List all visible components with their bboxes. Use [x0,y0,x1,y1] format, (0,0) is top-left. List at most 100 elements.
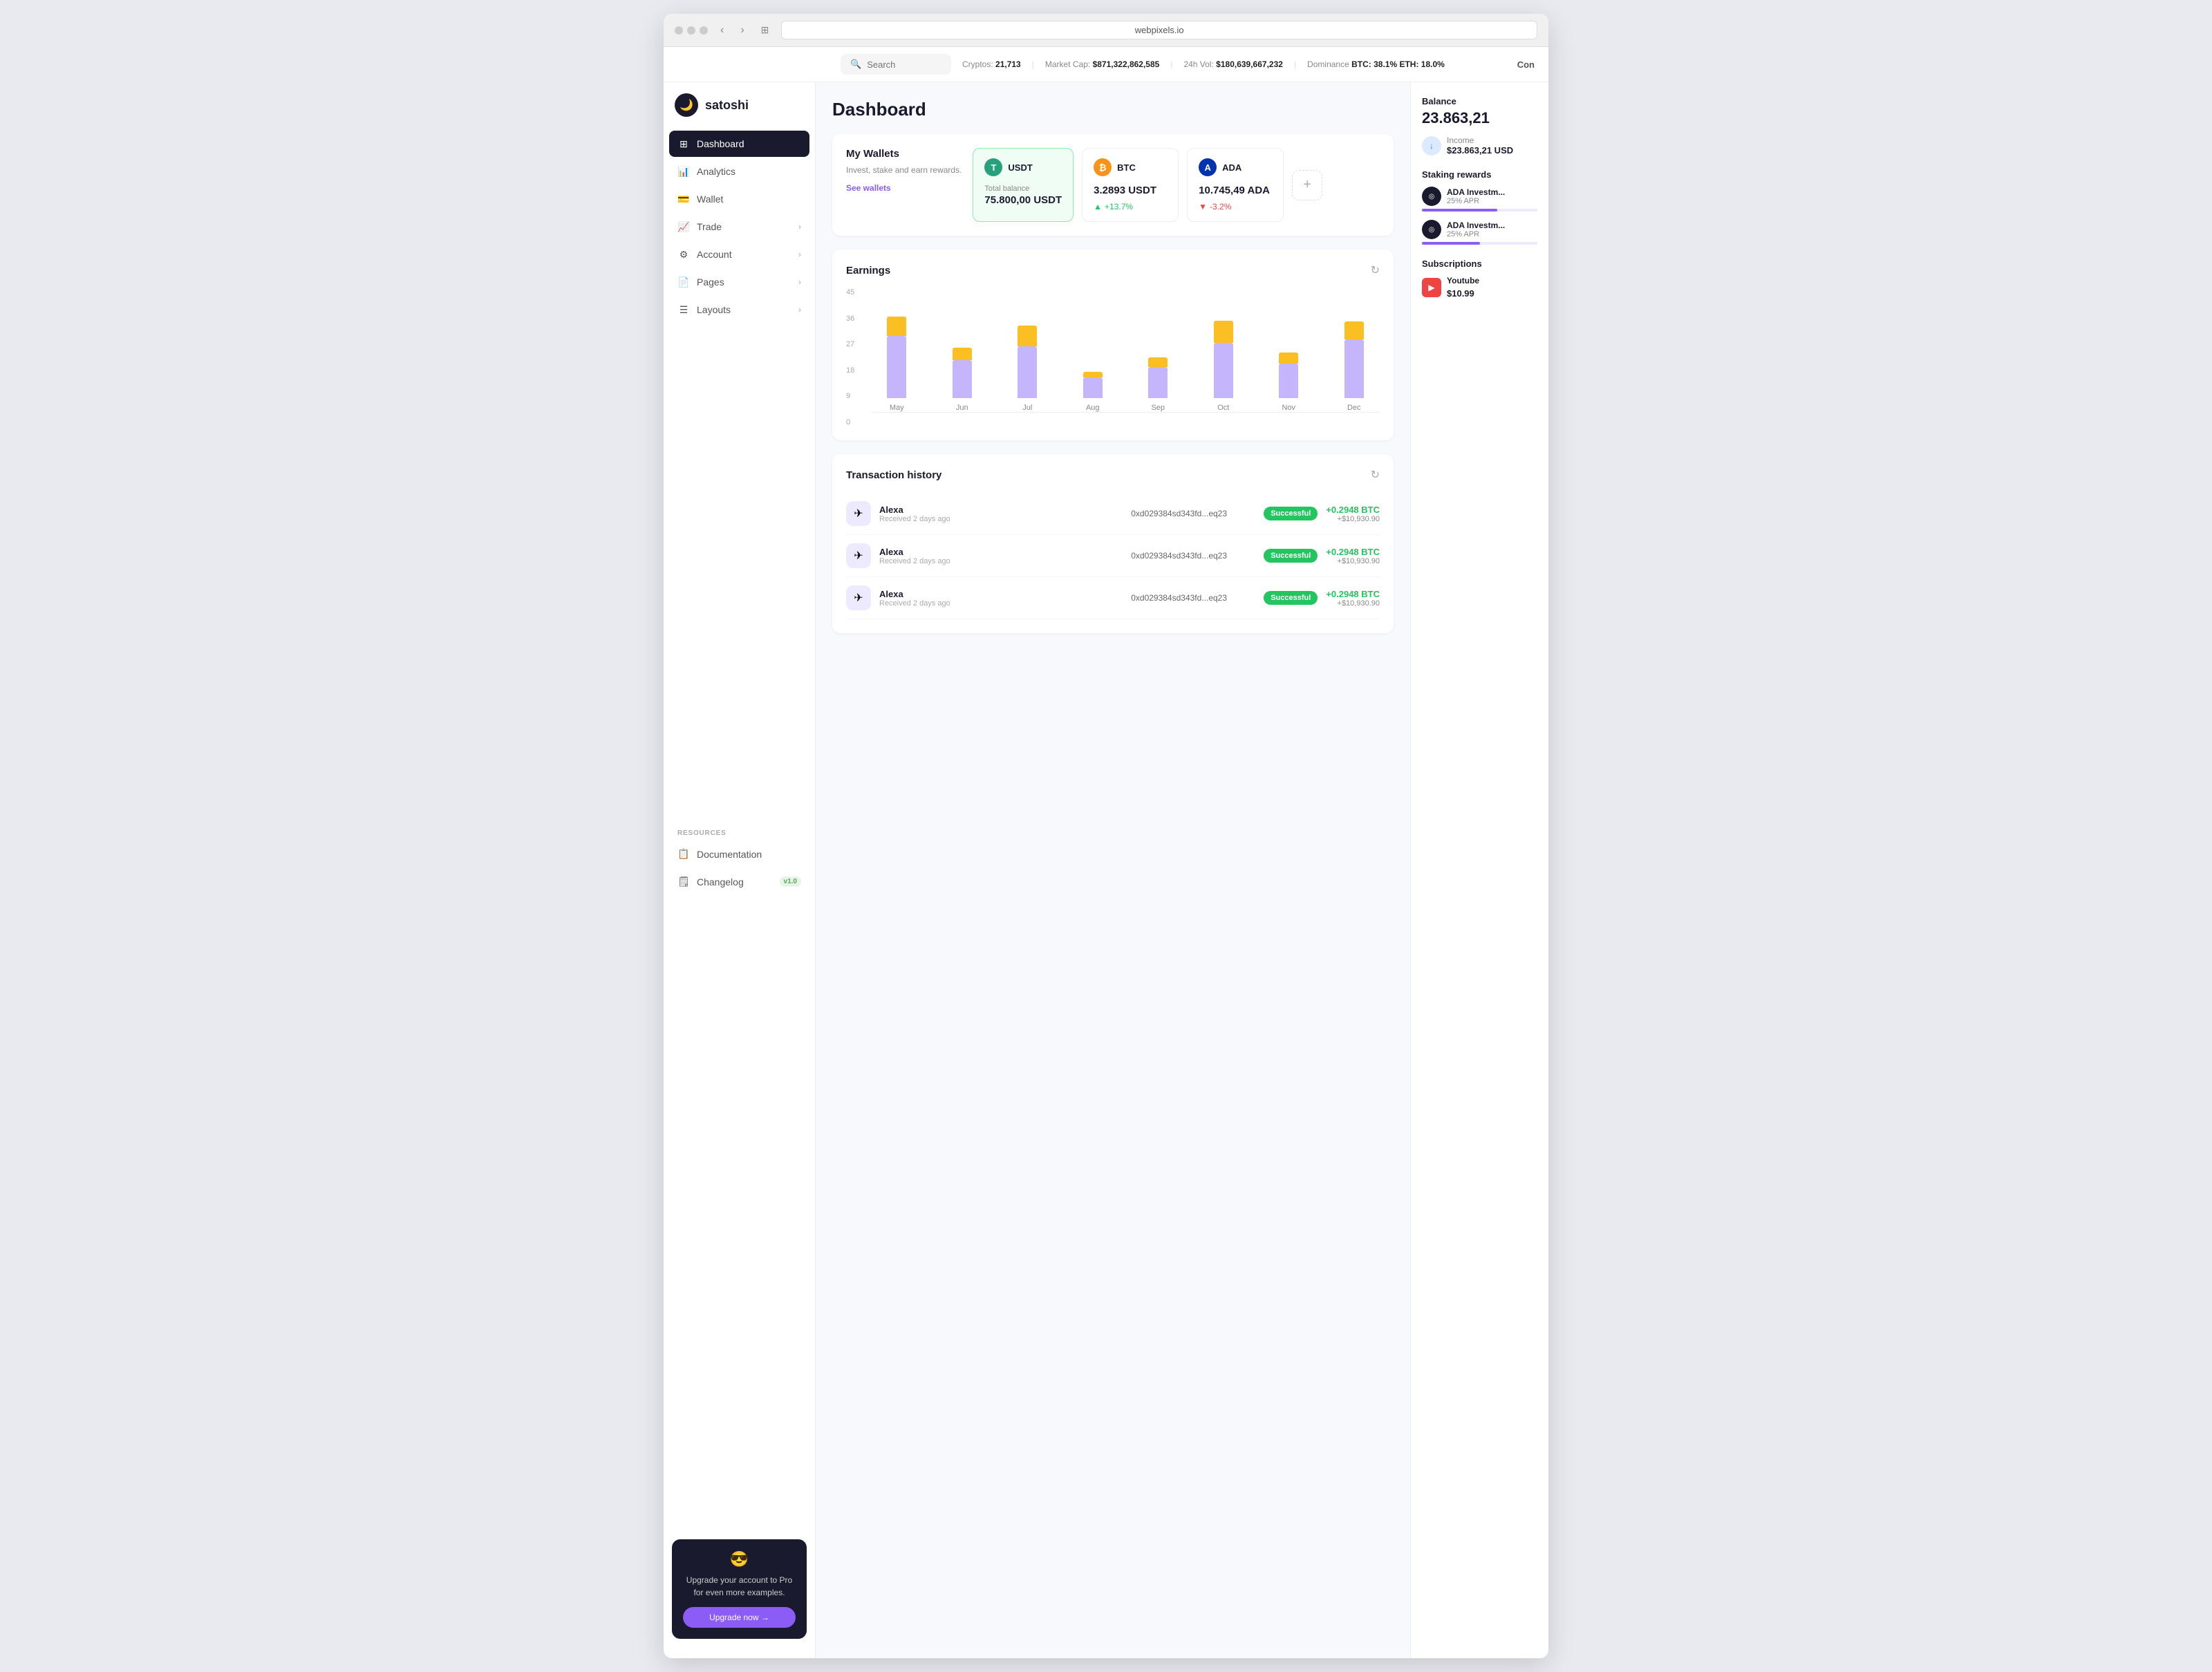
forward-button[interactable]: › [736,23,748,38]
staking-item-1: ◎ ADA Investm... 25% APR [1422,187,1537,212]
sidebar: 🌙 satoshi ⊞ Dashboard 📊 Analytics [664,82,816,1658]
sidebar-item-docs[interactable]: 📋 Documentation [669,841,809,867]
con-badge: Con [1517,59,1535,70]
chart-header: Earnings ↻ [846,263,1380,277]
sidebar-item-trade[interactable]: 📈 Trade › [669,214,809,240]
sidebar-item-analytics[interactable]: 📊 Analytics [669,158,809,185]
btc-balance-value: 3.2893 USDT [1094,185,1167,196]
sidebar-item-label-analytics: Analytics [697,166,735,177]
tx-info-1: Alexa Received 2 days ago [879,505,1123,523]
account-icon: ⚙ [677,248,690,261]
chart-label-may: May [890,404,904,412]
tx-amount-btc-1: +0.2948 BTC [1326,505,1380,515]
ada-coin-icon: A [1199,158,1217,176]
ada-change-pct: -3.2% [1210,202,1231,212]
sidebar-item-wallet[interactable]: 💳 Wallet [669,186,809,212]
bar-yellow-sep [1148,357,1168,367]
y-label-45: 45 [846,288,865,297]
right-panel: Balance 23.863,21 ↓ Income $23.863,21 US… [1410,82,1548,1658]
browser-toolbar: ‹ › ⊞ webpixels.io [664,14,1548,47]
chart-title: Earnings [846,265,890,276]
tx-status-badge-1: Successful [1264,507,1318,520]
staking-info-1: ADA Investm... 25% APR [1447,187,1505,205]
wallet-card-btc[interactable]: ₿ BTC 3.2893 USDT ▲ +13.7% [1082,148,1179,222]
sidebar-item-layouts[interactable]: ☰ Layouts › [669,297,809,323]
tx-name-3: Alexa [879,589,1123,599]
page-title: Dashboard [832,99,1394,120]
bar-yellow-jul [1018,326,1037,346]
see-wallets-link[interactable]: See wallets [846,183,891,193]
chart-label-dec: Dec [1347,404,1361,412]
staking-bar-1 [1422,209,1537,212]
bar-stack-aug [1083,372,1103,398]
wallet-cards: T USDT Total balance 75.800,00 USDT ₿ BT… [973,148,1380,222]
sidebar-item-account[interactable]: ⚙ Account › [669,241,809,267]
staking-item-2: ◎ ADA Investm... 25% APR [1422,220,1537,245]
chart-bar-jun: Jun [937,348,988,412]
upgrade-button[interactable]: Upgrade now → [683,1607,796,1628]
staking-label: Staking rewards [1422,169,1537,180]
chevron-right-icon: › [798,222,801,232]
wallets-intro: My Wallets Invest, stake and earn reward… [846,148,962,194]
wallet-icon: 💳 [677,193,690,205]
add-wallet-button[interactable]: + [1292,170,1322,200]
url-bar[interactable]: webpixels.io [781,21,1537,39]
upgrade-emoji: 😎 [683,1550,796,1568]
chart-bar-sep: Sep [1132,357,1184,412]
tx-avatar-icon-3: ✈ [854,591,863,605]
tx-status-badge-3: Successful [1264,591,1318,605]
bar-stack-jun [953,348,972,398]
tx-amount-1: +0.2948 BTC +$10,930.90 [1326,505,1380,523]
income-arrow-icon: ↓ [1430,141,1434,151]
sidebar-item-pages[interactable]: 📄 Pages › [669,269,809,295]
chart-area: 45 36 27 18 9 0 [846,288,1380,426]
y-label-27: 27 [846,340,865,348]
wallet-card-ada[interactable]: A ADA 10.745,49 ADA ▼ -3.2% [1187,148,1284,222]
tx-time-1: Received 2 days ago [879,515,1123,523]
staking-apr-1: 25% APR [1447,197,1505,205]
chart-bar-aug: Aug [1067,372,1119,412]
tx-time-2: Received 2 days ago [879,557,1123,565]
tx-amount-btc-3: +0.2948 BTC [1326,589,1380,599]
chart-bar-may: May [871,317,923,412]
logo-text: satoshi [705,98,749,113]
wallets-description: Invest, stake and earn rewards. [846,164,962,176]
tx-avatar-icon-2: ✈ [854,549,863,563]
sidebar-item-label-trade: Trade [697,221,722,232]
sep1: | [1032,59,1034,69]
tx-hash-1: 0xd029384sd343fd...eq23 [1131,509,1255,518]
market-cap-ticker: Market Cap: $871,322,862,585 [1045,59,1159,69]
browser-window: ‹ › ⊞ webpixels.io 🔍 Cryptos: 21,713 | M… [664,14,1548,1658]
transactions-refresh-icon[interactable]: ↻ [1371,468,1380,482]
upgrade-card: 😎 Upgrade your account to Pro for even m… [672,1539,807,1639]
income-info: Income $23.863,21 USD [1447,135,1513,156]
sidebar-item-label-changelog: Changelog [697,876,744,887]
dashboard-icon: ⊞ [677,138,690,150]
chart-label-oct: Oct [1217,404,1229,412]
changelog-icon: 🗒 [677,876,690,888]
app-container: 🌙 satoshi ⊞ Dashboard 📊 Analytics [664,82,1548,1658]
staking-row-2: ◎ ADA Investm... 25% APR [1422,220,1537,239]
sidebar-item-changelog[interactable]: 🗒 Changelog v1.0 [669,869,809,895]
sidebar-toggle-button[interactable]: ⊞ [757,23,774,37]
trade-icon: 📈 [677,220,690,233]
staking-bar-fill-1 [1422,209,1497,212]
chevron-right-icon-layouts: › [798,305,801,314]
wallet-card-usdt[interactable]: T USDT Total balance 75.800,00 USDT [973,148,1074,222]
refresh-icon[interactable]: ↻ [1371,263,1380,277]
chart-bar-dec: Dec [1329,321,1380,412]
chevron-right-icon-pages: › [798,277,801,287]
dot-red [675,26,683,35]
tx-amount-usd-2: +$10,930.90 [1326,557,1380,565]
search-box[interactable]: 🔍 [841,54,951,75]
sidebar-item-dashboard[interactable]: ⊞ Dashboard [669,131,809,157]
sidebar-nav: ⊞ Dashboard 📊 Analytics 💳 Wallet [664,131,815,821]
back-button[interactable]: ‹ [716,23,728,38]
changelog-badge: v1.0 [780,876,801,887]
sidebar-item-label-pages: Pages [697,276,724,288]
chart-y-axis: 45 36 27 18 9 0 [846,288,865,426]
resources-label: RESOURCES [664,821,815,841]
search-input[interactable] [867,59,936,70]
browser-dots [675,26,708,35]
staking-coin-icon-2: ◎ [1422,220,1441,239]
